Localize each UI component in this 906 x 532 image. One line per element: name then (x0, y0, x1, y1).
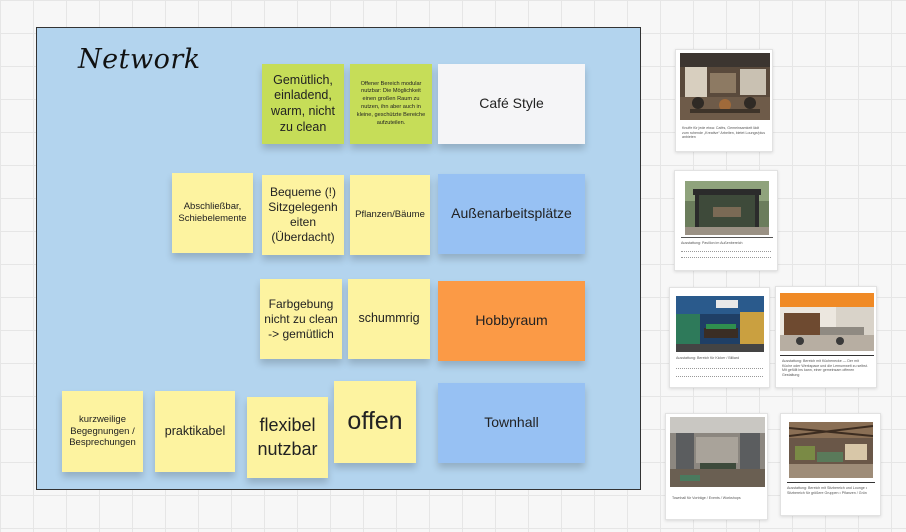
card-caption: Ausstattung: Bereich für Kicker / Billia… (676, 356, 740, 360)
sticky-gemuetlich[interactable]: Gemütlich, einladend, warm, nicht zu cle… (262, 64, 344, 144)
card-rule (780, 355, 874, 356)
sticky-text: Townhall (484, 414, 539, 431)
frame-title: Network (78, 44, 201, 75)
cafe-photo (680, 53, 770, 120)
card-rule (681, 237, 773, 238)
image-card-townhall[interactable]: Townhall für Vorträge / Events / Worksho… (665, 413, 768, 520)
sticky-text: Hobbyraum (475, 312, 548, 329)
lounge-photo (789, 422, 873, 478)
sticky-abschliessbar[interactable]: Abschließbar, Schiebelemente (172, 173, 253, 253)
card-line (676, 368, 763, 369)
image-card-cafe[interactable]: Knuffe für jede etwa: Cafés, Gemeinsamke… (675, 49, 773, 152)
sticky-praktikabel[interactable]: praktikabel (155, 391, 235, 472)
pavilion-photo (685, 181, 769, 235)
sticky-text: praktikabel (164, 423, 226, 438)
hobby-photo (676, 296, 764, 352)
sticky-schummrig[interactable]: schummrig (348, 279, 430, 359)
image-card-kitchen[interactable]: Ausstattung: Bereich mit Küchenecke — De… (775, 286, 877, 388)
sticky-text: Abschließbar, Schiebelemente (178, 201, 247, 224)
townhall-photo (670, 417, 765, 487)
sticky-text: Außenarbeitsplätze (451, 205, 572, 222)
image-card-hobby[interactable]: Ausstattung: Bereich für Kicker / Billia… (669, 287, 770, 388)
sticky-pflanzen[interactable]: Pflanzen/Bäume (350, 175, 430, 255)
card-caption: Townhall für Vorträge / Events / Worksho… (672, 496, 741, 500)
sticky-text: Pflanzen/Bäume (355, 209, 425, 221)
sticky-aussenarbeit[interactable]: Außenarbeitsplätze (438, 174, 585, 254)
sticky-text: flexibel nutzbar (257, 415, 318, 459)
sticky-text: Bequeme (!) Sitzgelegenh eiten (Überdach… (268, 185, 338, 244)
sticky-flexibel[interactable]: flexibel nutzbar (247, 397, 328, 478)
image-card-lounge[interactable]: Ausstattung: Bereich mit Sitzbereich und… (780, 413, 881, 516)
sticky-offen[interactable]: offen (334, 381, 416, 463)
card-rule (787, 482, 875, 483)
card-line (681, 251, 771, 252)
image-card-pavilion[interactable]: Ausstattung: Pavillon im Außenbereich (674, 170, 778, 271)
sticky-text: kurzweilige Begegnungen / Besprechungen (69, 413, 136, 449)
sticky-text: schummrig (358, 311, 420, 326)
card-caption: Knuffe für jede etwa: Cafés, Gemeinsamke… (682, 126, 766, 140)
sticky-text: Farbgebung nicht zu clean -> gemütlich (264, 296, 338, 341)
sticky-farbgebung[interactable]: Farbgebung nicht zu clean -> gemütlich (260, 279, 342, 359)
kitchen-photo (780, 293, 874, 351)
card-caption: Ausstattung: Pavillon im Außenbereich (681, 241, 743, 245)
sticky-townhall[interactable]: Townhall (438, 383, 585, 463)
sticky-bequeme[interactable]: Bequeme (!) Sitzgelegenh eiten (Überdach… (262, 175, 344, 255)
sticky-text: Gemütlich, einladend, warm, nicht zu cle… (271, 72, 335, 134)
card-caption: Ausstattung: Bereich mit Sitzbereich und… (787, 486, 867, 495)
sticky-offener-bereich[interactable]: Offener Bereich modular nutzbar: Die Mög… (350, 64, 432, 144)
card-line (681, 257, 771, 258)
sticky-cafe-style[interactable]: Café Style (438, 64, 585, 144)
sticky-kurzweilige[interactable]: kurzweilige Begegnungen / Besprechungen (62, 391, 143, 472)
card-caption: Ausstattung: Bereich mit Küchenecke — De… (782, 359, 868, 378)
sticky-text: Offener Bereich modular nutzbar: Die Mög… (356, 80, 426, 126)
sticky-text: Café Style (479, 95, 544, 112)
sticky-hobbyraum[interactable]: Hobbyraum (438, 281, 585, 361)
sticky-text: offen (347, 407, 403, 436)
card-line (676, 376, 763, 377)
